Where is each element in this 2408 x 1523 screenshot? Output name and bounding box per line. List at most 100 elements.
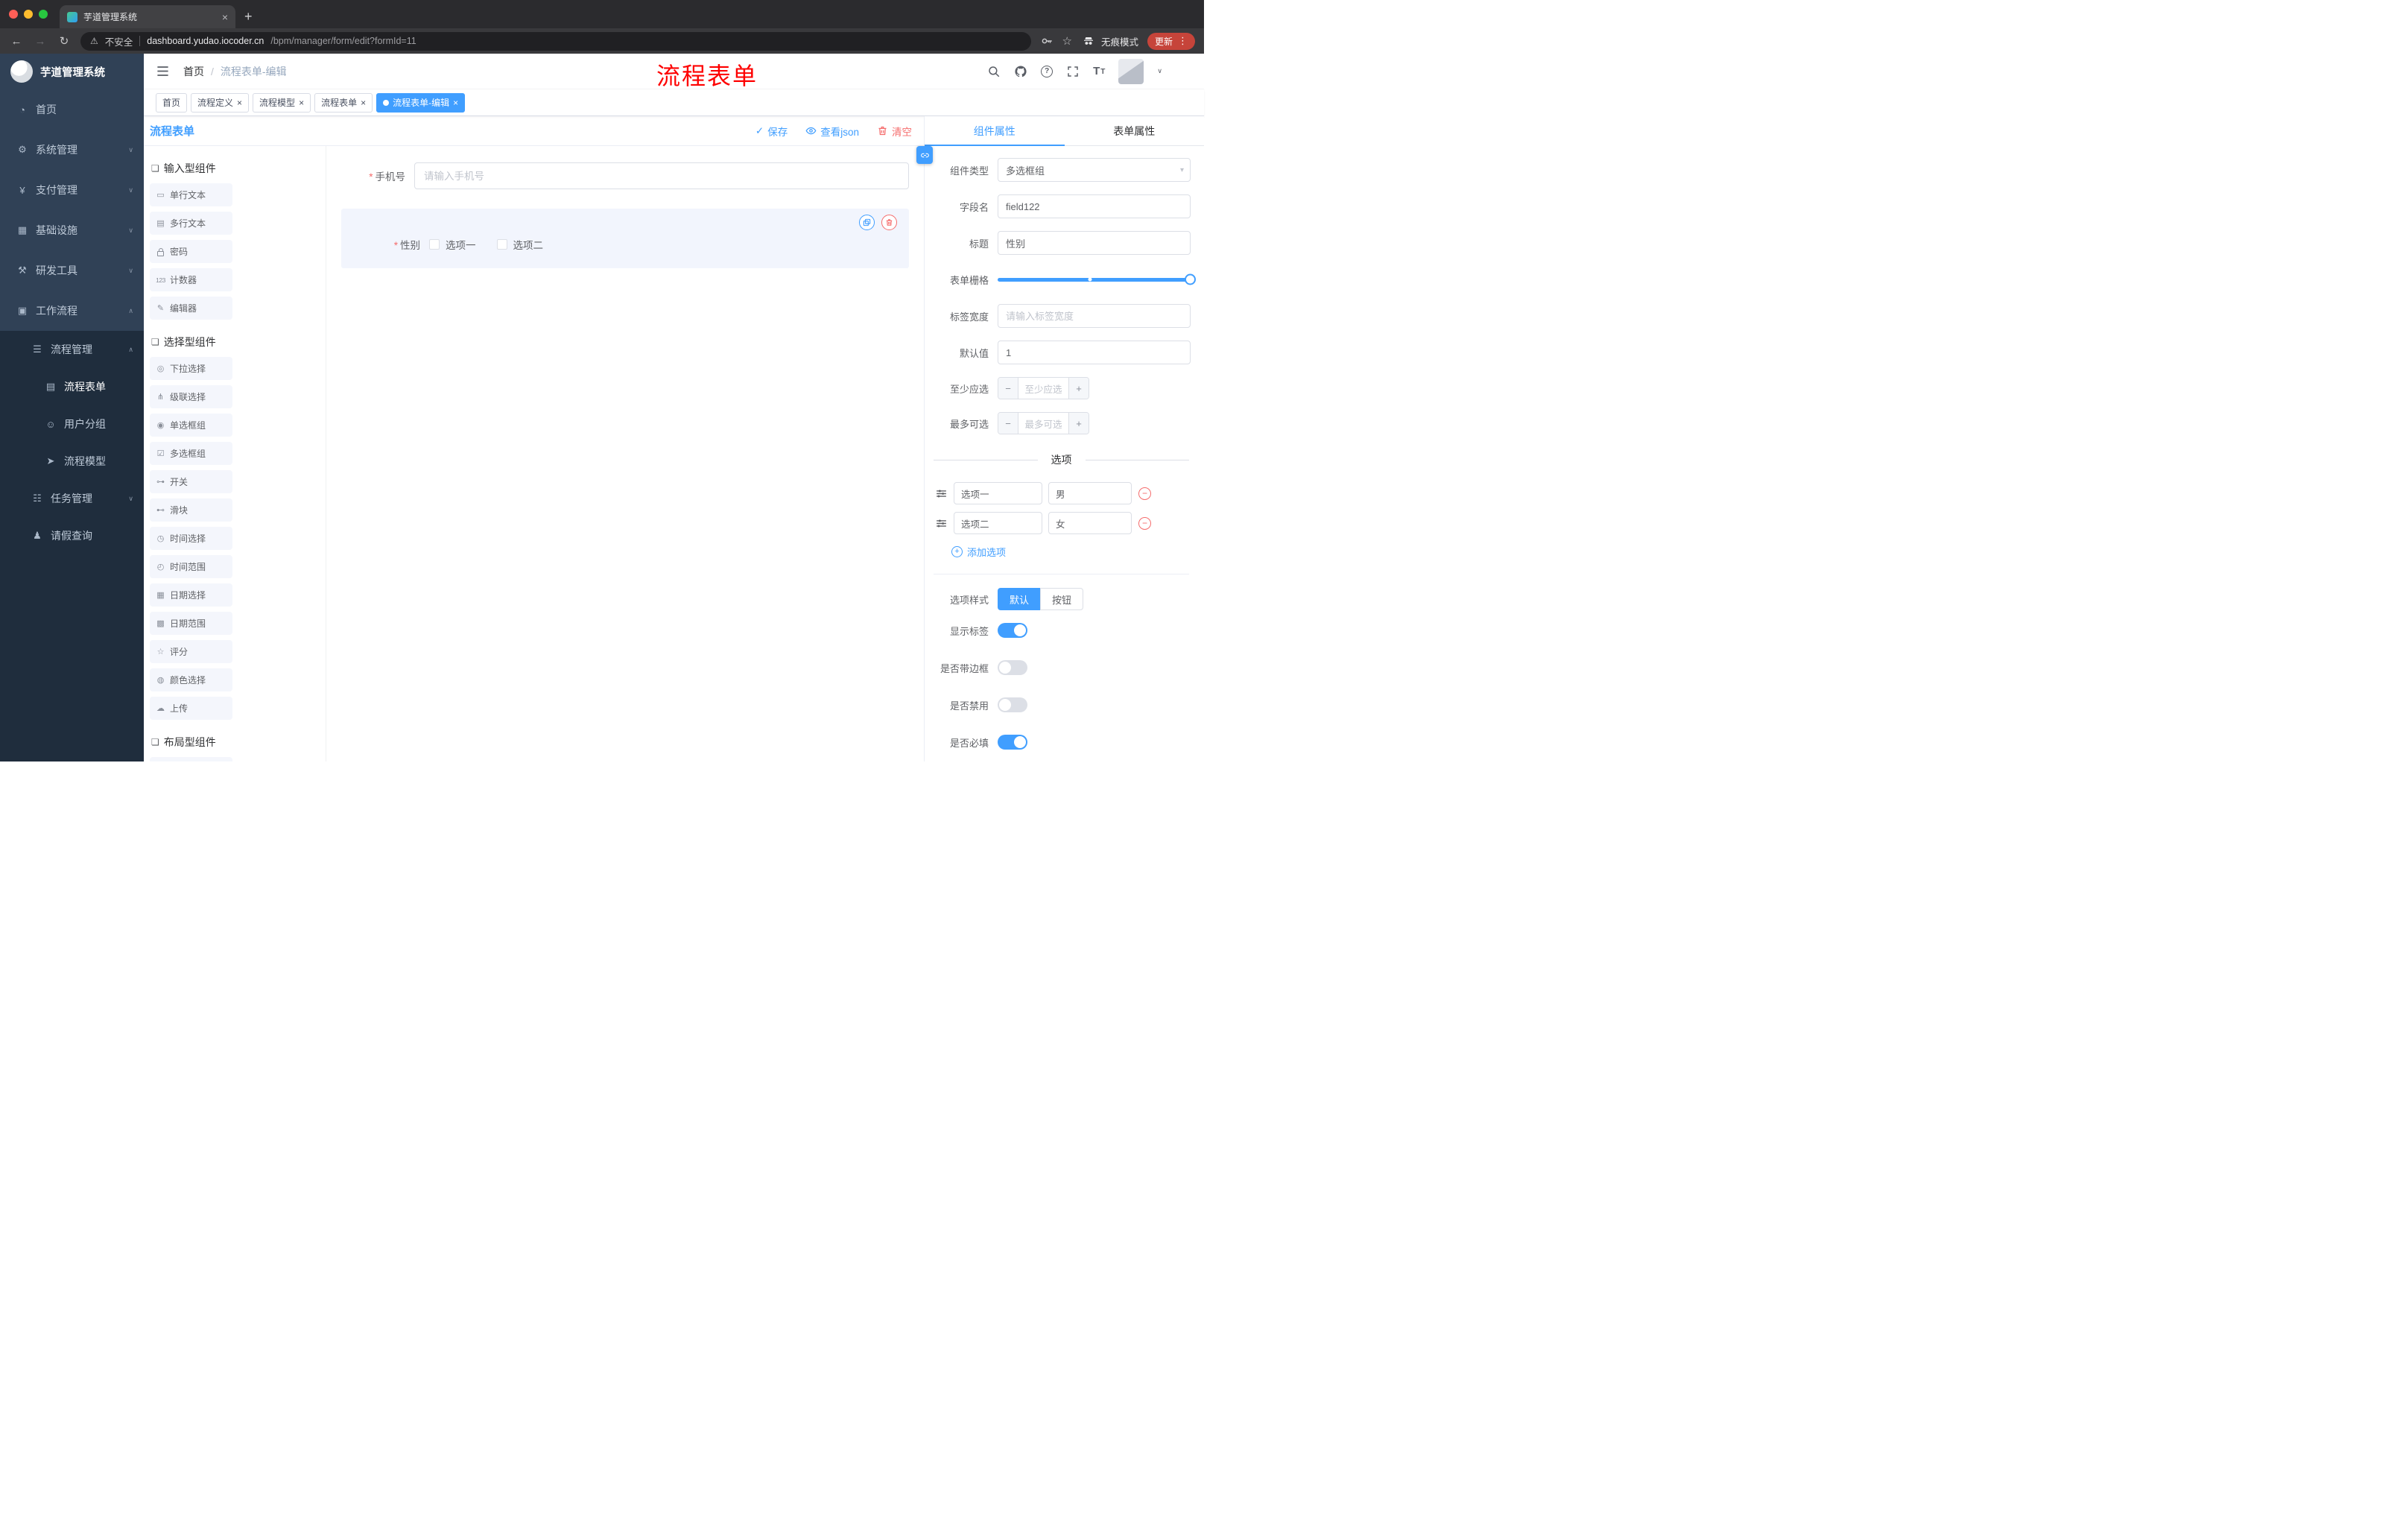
chip-switch[interactable]: ⊶ 开关 — [150, 470, 232, 493]
app-logo[interactable]: 芋道管理系统 — [0, 54, 144, 89]
minus-button[interactable]: − — [998, 378, 1018, 399]
github-icon[interactable] — [1014, 65, 1027, 78]
browser-update-button[interactable]: 更新 ⋮ — [1147, 32, 1195, 50]
style-button-button[interactable]: 按钮 — [1040, 588, 1084, 610]
max-stepper-value[interactable]: 最多可选 — [1018, 413, 1068, 434]
tab-close-icon[interactable]: × — [222, 12, 228, 22]
option1-value-input[interactable] — [1048, 482, 1132, 504]
chip-row-container[interactable]: ◫行容器 — [150, 757, 232, 762]
slider-handle[interactable] — [1185, 273, 1196, 285]
chip-checkbox-group[interactable]: ☑ 多选框组 — [150, 442, 232, 465]
close-window-button[interactable] — [9, 10, 18, 19]
option1-label-input[interactable] — [954, 482, 1042, 504]
chip-time-picker[interactable]: ◷ 时间选择 — [150, 527, 232, 550]
tag-process-form[interactable]: 流程表单 × — [314, 92, 373, 113]
chip-counter[interactable]: 123 计数器 — [150, 268, 232, 291]
disabled-toggle[interactable] — [998, 697, 1027, 712]
password-key-icon[interactable] — [1040, 34, 1054, 48]
chip-multi-line-text[interactable]: ▤ 多行文本 — [150, 212, 232, 235]
sidebar-item-process-form[interactable]: ▤ 流程表单 — [0, 368, 144, 405]
search-icon[interactable] — [987, 65, 1001, 78]
forward-icon[interactable]: → — [33, 35, 48, 48]
default-value-input[interactable] — [998, 341, 1191, 364]
sidebar-item-task-management[interactable]: ☷ 任务管理 ∨ — [0, 480, 144, 517]
sidebar-item-infrastructure[interactable]: ▦ 基础设施 ∨ — [0, 210, 144, 250]
border-toggle[interactable] — [998, 660, 1027, 675]
gender-option2-checkbox[interactable]: 选项二 — [496, 237, 543, 252]
sidebar-item-workflow[interactable]: ▣ 工作流程 ∧ — [0, 291, 144, 331]
chip-color-picker[interactable]: ◍ 颜色选择 — [150, 668, 232, 691]
drag-handle-icon[interactable] — [935, 487, 948, 500]
bookmark-star-icon[interactable]: ☆ — [1062, 34, 1072, 48]
chip-date-range[interactable]: ▩ 日期范围 — [150, 612, 232, 635]
close-icon[interactable]: × — [453, 98, 458, 107]
chip-upload[interactable]: ☁ 上传 — [150, 697, 232, 720]
browser-tab[interactable]: 芋道管理系统 × — [60, 5, 235, 28]
close-icon[interactable]: × — [299, 98, 304, 107]
tag-process-form-edit[interactable]: 流程表单-编辑 × — [376, 92, 466, 113]
tag-process-definition[interactable]: 流程定义 × — [191, 92, 250, 113]
fullscreen-icon[interactable] — [1066, 65, 1080, 78]
plus-button[interactable]: + — [1068, 413, 1089, 434]
new-tab-button[interactable]: + — [244, 9, 253, 25]
help-icon[interactable]: ? — [1041, 65, 1054, 77]
chip-editor[interactable]: ✎ 编辑器 — [150, 297, 232, 320]
tag-process-model[interactable]: 流程模型 × — [253, 92, 311, 113]
hamburger-icon[interactable] — [156, 64, 170, 78]
clear-button[interactable]: 清空 — [877, 124, 912, 139]
avatar-caret-icon[interactable]: ∨ — [1157, 67, 1162, 75]
grid-slider[interactable] — [998, 267, 1196, 291]
breadcrumb-home[interactable]: 首页 — [183, 64, 204, 79]
back-icon[interactable]: ← — [9, 35, 24, 48]
sidebar-item-system[interactable]: ⚙ 系统管理 ∨ — [0, 130, 144, 170]
field-name-input[interactable] — [998, 194, 1191, 218]
slider-track[interactable] — [998, 273, 1196, 285]
tab-form-props[interactable]: 表单属性 — [1065, 116, 1205, 145]
label-width-input[interactable] — [998, 304, 1191, 328]
chip-date-picker[interactable]: ▦ 日期选择 — [150, 583, 232, 607]
tag-home[interactable]: 首页 — [156, 92, 188, 113]
copy-widget-button[interactable] — [859, 215, 875, 230]
gender-widget-selected[interactable]: * 性别 选项一 选项二 — [341, 209, 909, 268]
zoom-window-button[interactable] — [39, 10, 48, 19]
sidebar-item-home[interactable]: ◔ 首页 — [0, 89, 144, 130]
minus-button[interactable]: − — [998, 413, 1018, 434]
chip-single-line-text[interactable]: ▭ 单行文本 — [150, 183, 232, 206]
font-size-icon[interactable]: T T — [1093, 66, 1105, 77]
phone-field[interactable]: * 手机号 — [341, 162, 909, 189]
style-default-button[interactable]: 默认 — [998, 588, 1041, 610]
close-icon[interactable]: × — [237, 98, 242, 107]
address-bar[interactable]: ⚠ 不安全 dashboard.yudao.iocoder.cn/bpm/man… — [80, 31, 1031, 51]
save-button[interactable]: ✓ 保存 — [755, 124, 788, 139]
plus-button[interactable]: + — [1068, 378, 1089, 399]
chip-time-range[interactable]: ◴ 时间范围 — [150, 555, 232, 578]
add-option-button[interactable]: + 添加选项 — [951, 545, 1191, 559]
remove-option-icon[interactable]: − — [1138, 516, 1151, 530]
browser-menu-icon[interactable]: ⋮ — [1178, 35, 1188, 47]
remove-option-icon[interactable]: − — [1138, 487, 1151, 500]
reload-icon[interactable]: ↻ — [57, 34, 72, 48]
tab-component-props[interactable]: 组件属性 — [925, 116, 1065, 146]
phone-input[interactable] — [414, 162, 909, 189]
option2-label-input[interactable] — [954, 512, 1042, 534]
chip-rate[interactable]: ☆ 评分 — [150, 640, 232, 663]
option2-value-input[interactable] — [1048, 512, 1132, 534]
delete-widget-button[interactable] — [881, 215, 897, 230]
user-avatar[interactable] — [1118, 58, 1144, 84]
view-json-button[interactable]: 查看json — [805, 124, 859, 139]
link-affix-button[interactable] — [916, 146, 933, 164]
sidebar-item-process-management[interactable]: ☰ 流程管理 ∧ — [0, 331, 144, 368]
chip-slider[interactable]: ⊷ 滑块 — [150, 498, 232, 522]
close-icon[interactable]: × — [361, 98, 366, 107]
sidebar-item-user-group[interactable]: ☺ 用户分组 — [0, 405, 144, 443]
sidebar-item-process-model[interactable]: ➤ 流程模型 — [0, 443, 144, 480]
min-stepper-value[interactable]: 至少应选 — [1018, 378, 1068, 399]
sidebar-item-devtools[interactable]: ⚒ 研发工具 ∨ — [0, 250, 144, 291]
minimize-window-button[interactable] — [24, 10, 33, 19]
chip-password[interactable]: 密码 — [150, 240, 232, 263]
chip-cascader[interactable]: ⋔ 级联选择 — [150, 385, 232, 408]
chip-select[interactable]: ◎ 下拉选择 — [150, 357, 232, 380]
required-toggle[interactable] — [998, 735, 1027, 750]
show-label-toggle[interactable] — [998, 623, 1027, 638]
gender-option1-checkbox[interactable]: 选项一 — [429, 237, 476, 252]
